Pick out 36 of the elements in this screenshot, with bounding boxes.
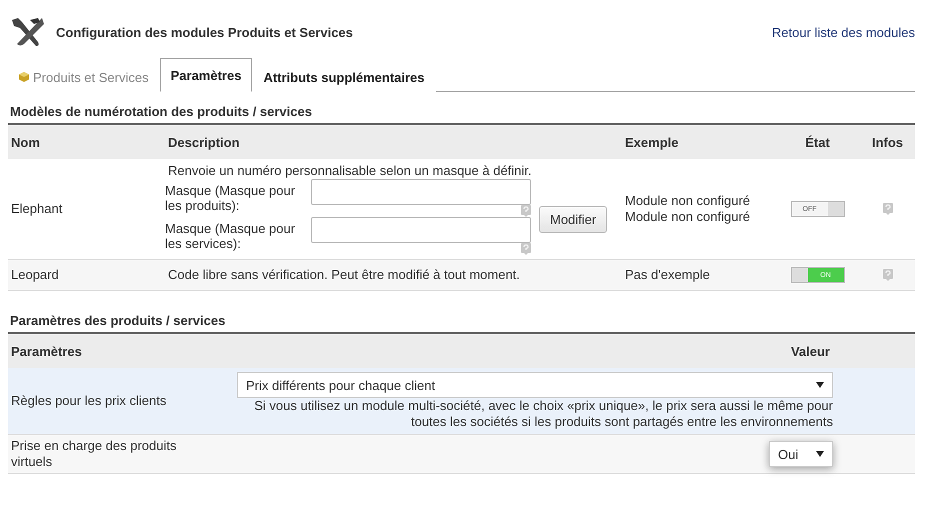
column-header: Valeur	[790, 344, 831, 358]
help-icon[interactable]	[882, 203, 892, 215]
mask-input-field[interactable]	[311, 179, 531, 205]
section-title: Modèles de numérotation des produits / services	[10, 104, 313, 119]
example-text: Module non configuré	[624, 209, 752, 225]
field-label: Masque (Masque pour les services):	[165, 220, 296, 251]
back-link[interactable]: Retour liste des modules	[772, 24, 915, 40]
column-header: Paramètres	[10, 344, 83, 358]
page-title: Configuration des modules Produits et Services	[56, 24, 354, 40]
cube-icon	[19, 72, 29, 82]
column-header: Exemple	[624, 134, 680, 150]
name-cell-text: Leopard	[10, 267, 60, 283]
column-header: État	[804, 134, 831, 150]
mask-input-field[interactable]	[311, 217, 531, 243]
help-icon[interactable]	[882, 269, 892, 281]
help-icon[interactable]	[521, 243, 531, 255]
modify-button[interactable]: Modifier	[539, 206, 608, 232]
description-cell-text: Code libre sans vérification. Peut être modifié à tout moment.	[167, 267, 521, 283]
column-header: Description	[167, 134, 241, 150]
caret-icon	[816, 451, 824, 457]
field-label: Masque (Masque pour les produits):	[165, 182, 296, 213]
example-text: Module non configuré	[624, 193, 752, 209]
price-rule-select[interactable]: Prix différents pour chaque client	[237, 372, 833, 398]
help-icon[interactable]	[521, 205, 531, 217]
help-note: Si vous utilisez un module multi-société, avec le choix «prix unique», le prix sera aussi le même pour toutes les sociétés si les produits sont partagés entre les environnements	[253, 398, 833, 430]
yes-no-select[interactable]: Oui	[769, 441, 833, 467]
column-header: Nom	[10, 134, 41, 150]
name-cell-text: Elephant	[10, 201, 64, 217]
tab[interactable]: Paramètres	[160, 58, 252, 92]
section-title: Paramètres des produits / services	[10, 313, 226, 328]
caret-icon	[816, 382, 824, 388]
parameter-label: Prise en charge des produits virtuels	[10, 438, 178, 470]
column-header: Infos	[870, 134, 904, 150]
description-cell-text: Renvoie un numéro personnalisable selon un masque à définir.	[167, 163, 533, 179]
parameter-label: Règles pour les prix clients	[10, 393, 168, 409]
example-text: Pas d'exemple	[624, 267, 711, 283]
